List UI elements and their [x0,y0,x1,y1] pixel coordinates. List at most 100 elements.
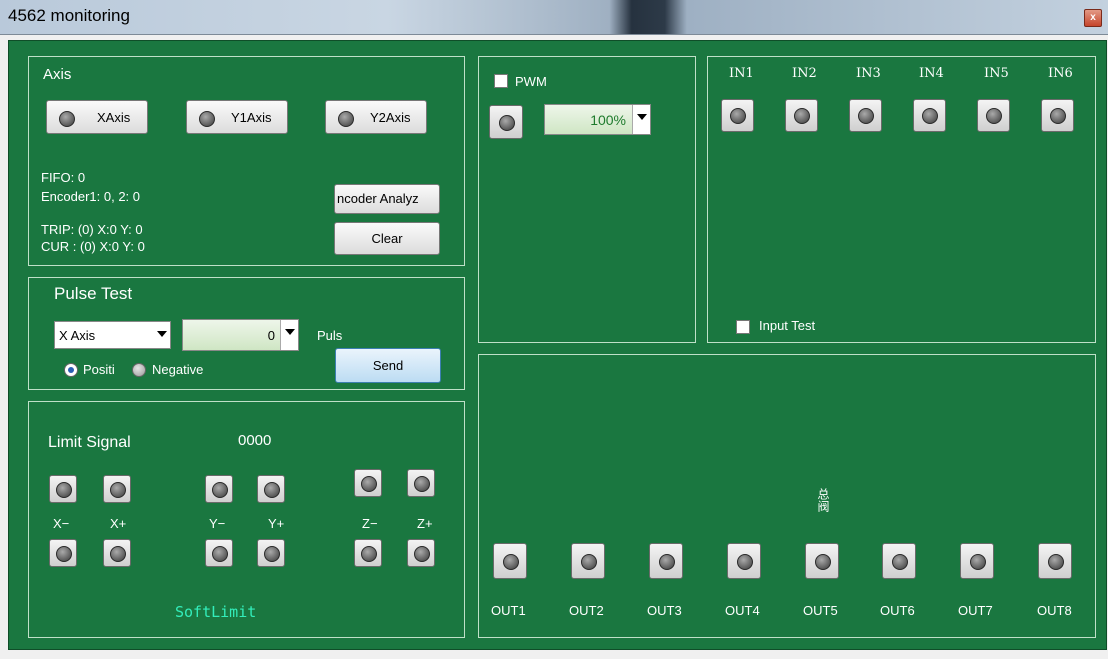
send-button[interactable]: Send [335,348,441,383]
input-label-2: IN2 [792,66,817,81]
led-icon [414,546,430,562]
led-icon [858,108,874,124]
trip-text: TRIP: (0) X:0 Y: 0 [41,222,143,237]
input-led-4[interactable] [913,99,946,132]
input-label-6: IN6 [1048,66,1073,81]
y2axis-button[interactable]: Y2Axis [325,100,427,134]
input-label-4: IN4 [919,66,944,81]
input-led-1[interactable] [721,99,754,132]
limit-label-z-minus: Z− [362,516,378,531]
output-led-8[interactable] [1038,543,1072,579]
pwm-value-combo[interactable]: 100% [544,104,651,135]
output-label-8: OUT8 [1037,603,1072,618]
limit-signal-heading: Limit Signal [48,434,131,451]
axis-panel: Axis XAxis Y1Axis Y2Axis FIFO: 0 Encoder… [28,56,465,266]
limit-z-plus-top[interactable] [407,469,435,497]
led-icon [264,482,280,498]
input-led-3[interactable] [849,99,882,132]
output-led-1[interactable] [493,543,527,579]
limit-label-x-minus: X− [53,516,70,531]
limit-y-plus-top[interactable] [257,475,285,503]
limit-y-minus-bottom[interactable] [205,539,233,567]
xaxis-label: XAxis [97,110,131,125]
led-icon [815,554,831,570]
led-icon [264,546,280,562]
xaxis-button[interactable]: XAxis [46,100,148,134]
window-title: 4562 monitoring [8,6,130,25]
led-icon [730,108,746,124]
output-label-6: OUT6 [880,603,915,618]
y2axis-led-icon [338,111,354,127]
pwm-checkbox[interactable] [494,74,508,88]
title-bar: 4562 monitoring x [0,0,1108,35]
limit-y-minus-top[interactable] [205,475,233,503]
softlimit-label: SoftLimit [175,603,257,621]
output-led-2[interactable] [571,543,605,579]
encoder-text: Encoder1: 0, 2: 0 [41,189,141,204]
led-icon [737,554,753,570]
led-icon [1048,554,1064,570]
input-label-3: IN3 [856,66,881,81]
led-icon [361,546,377,562]
output-label-5: OUT5 [803,603,838,618]
positive-radio[interactable] [64,363,78,377]
close-button[interactable]: x [1084,9,1102,27]
chevron-down-icon[interactable] [153,322,170,348]
output-led-3[interactable] [649,543,683,579]
limit-signal-panel: Limit Signal 0000 X− X+ Y− Y+ Z− Z+ Soft… [28,401,465,638]
limit-x-plus-bottom[interactable] [103,539,131,567]
pwm-led-button[interactable] [489,105,523,139]
pulse-unit: Puls [317,328,343,343]
chevron-down-icon[interactable] [280,320,298,350]
encoder-analyze-label: ncoder Analyz [337,191,419,206]
limit-label-x-plus: X+ [110,516,127,531]
limit-z-plus-bottom[interactable] [407,539,435,567]
led-icon [922,108,938,124]
led-icon [499,115,515,131]
limit-x-plus-top[interactable] [103,475,131,503]
limit-label-y-minus: Y− [209,516,226,531]
negative-label: Negative [152,362,204,377]
limit-x-minus-bottom[interactable] [49,539,77,567]
y1axis-label: Y1Axis [231,110,272,125]
led-icon [361,476,377,492]
input-test-checkbox[interactable] [736,320,750,334]
limit-z-minus-top[interactable] [354,469,382,497]
output-led-4[interactable] [727,543,761,579]
output-label-4: OUT4 [725,603,760,618]
limit-y-plus-bottom[interactable] [257,539,285,567]
output-led-6[interactable] [882,543,916,579]
led-icon [212,482,228,498]
led-icon [1050,108,1066,124]
led-icon [970,554,986,570]
encoder-analyze-button[interactable]: ncoder Analyz [334,184,440,214]
input-led-2[interactable] [785,99,818,132]
limit-z-minus-bottom[interactable] [354,539,382,567]
limit-code: 0000 [238,432,272,449]
chevron-down-icon[interactable] [632,105,650,134]
fifo-text: FIFO: 0 [41,170,86,185]
output-label-3: OUT3 [647,603,682,618]
clear-button[interactable]: Clear [334,222,440,255]
led-icon [581,554,597,570]
output-led-7[interactable] [960,543,994,579]
limit-label-z-plus: Z+ [417,516,433,531]
axis-select[interactable]: X Axis [54,321,171,349]
pwm-label: PWM [515,74,547,89]
y2axis-label: Y2Axis [370,110,411,125]
negative-radio[interactable] [132,363,146,377]
input-led-5[interactable] [977,99,1010,132]
pulse-value-combo[interactable]: 0 [182,319,299,351]
output-center-glyph: 总阀 [816,488,830,512]
limit-x-minus-top[interactable] [49,475,77,503]
pulse-value: 0 [267,328,275,343]
input-label-5: IN5 [984,66,1009,81]
input-test-label: Input Test [759,318,816,333]
pulse-test-panel: Pulse Test X Axis 0 Puls Positi Negative… [28,277,465,390]
led-icon [110,482,126,498]
y1axis-led-icon [199,111,215,127]
output-led-5[interactable] [805,543,839,579]
input-led-6[interactable] [1041,99,1074,132]
xaxis-led-icon [59,111,75,127]
y1axis-button[interactable]: Y1Axis [186,100,288,134]
